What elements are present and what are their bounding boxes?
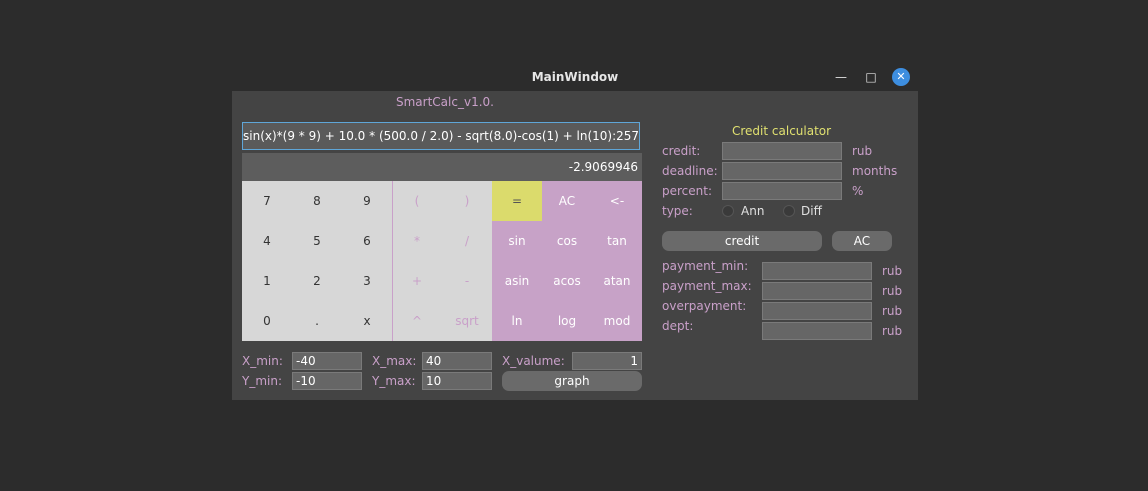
percent-unit: % — [852, 184, 864, 198]
key-sqrt[interactable]: sqrt — [442, 301, 492, 341]
overpayment-label: overpayment: — [662, 299, 747, 313]
key-4[interactable]: 4 — [242, 221, 292, 261]
close-icon[interactable]: ✕ — [892, 68, 910, 86]
y-max-label: Y_max: — [372, 374, 416, 388]
x-min-label: X_min: — [242, 354, 283, 368]
x-value-label: X_valume: — [502, 354, 565, 368]
deadline-input[interactable] — [722, 162, 842, 180]
key-ac[interactable]: AC — [542, 181, 592, 221]
key-backspace[interactable]: <- — [592, 181, 642, 221]
maximize-icon[interactable]: □ — [863, 69, 879, 85]
percent-input[interactable] — [722, 182, 842, 200]
result-display: -2.9069946 — [242, 153, 642, 181]
app-title: SmartCalc_v1.0. — [396, 95, 494, 109]
y-min-input[interactable]: -10 — [292, 372, 362, 390]
deadline-label: deadline: — [662, 164, 718, 178]
payment-min-output — [762, 262, 872, 280]
key-atan[interactable]: atan — [592, 261, 642, 301]
key-plus[interactable]: + — [392, 261, 442, 301]
payment-min-label: payment_min: — [662, 259, 749, 273]
key-cos[interactable]: cos — [542, 221, 592, 261]
key-multiply[interactable]: * — [392, 221, 442, 261]
main-window: MainWindow — □ ✕ SmartCalc_v1.0. sin(x)*… — [232, 63, 918, 400]
x-max-input[interactable]: 40 — [422, 352, 492, 370]
payment-max-output — [762, 282, 872, 300]
radio-ann-label: Ann — [741, 204, 765, 218]
payment-min-unit: rub — [882, 264, 903, 278]
key-7[interactable]: 7 — [242, 181, 292, 221]
key-2[interactable]: 2 — [292, 261, 342, 301]
window-title: MainWindow — [531, 70, 619, 84]
key-0[interactable]: 0 — [242, 301, 292, 341]
percent-label: percent: — [662, 184, 713, 198]
key-equals[interactable]: = — [492, 181, 542, 221]
key-5[interactable]: 5 — [292, 221, 342, 261]
key-acos[interactable]: acos — [542, 261, 592, 301]
y-min-label: Y_min: — [242, 374, 283, 388]
credit-input[interactable] — [722, 142, 842, 160]
deadline-unit: months — [852, 164, 898, 178]
radio-diff-label: Diff — [801, 204, 822, 218]
key-3[interactable]: 3 — [342, 261, 392, 301]
x-value-input[interactable]: 1 — [572, 352, 642, 370]
key-9[interactable]: 9 — [342, 181, 392, 221]
y-max-input[interactable]: 10 — [422, 372, 492, 390]
keypad: 7 8 9 ( ) = AC <- 4 5 6 * / sin cos tan … — [242, 181, 642, 341]
key-close-paren[interactable]: ) — [442, 181, 492, 221]
key-minus[interactable]: - — [442, 261, 492, 301]
radio-diff[interactable] — [783, 205, 795, 217]
credit-unit: rub — [852, 144, 873, 158]
type-label: type: — [662, 204, 693, 218]
title-bar[interactable]: MainWindow — □ ✕ — [232, 63, 918, 91]
key-asin[interactable]: asin — [492, 261, 542, 301]
overpayment-unit: rub — [882, 304, 903, 318]
key-sin[interactable]: sin — [492, 221, 542, 261]
overpayment-output — [762, 302, 872, 320]
key-log[interactable]: log — [542, 301, 592, 341]
dept-label: dept: — [662, 319, 694, 333]
radio-ann[interactable] — [722, 205, 734, 217]
payment-max-unit: rub — [882, 284, 903, 298]
credit-ac-button[interactable]: AC — [832, 231, 892, 251]
key-8[interactable]: 8 — [292, 181, 342, 221]
keypad-divider — [392, 181, 393, 341]
key-x[interactable]: x — [342, 301, 392, 341]
credit-calculator-title: Credit calculator — [732, 124, 832, 138]
dept-output — [762, 322, 872, 340]
key-6[interactable]: 6 — [342, 221, 392, 261]
key-dot[interactable]: . — [292, 301, 342, 341]
key-divide[interactable]: / — [442, 221, 492, 261]
dept-unit: rub — [882, 324, 903, 338]
credit-button[interactable]: credit — [662, 231, 822, 251]
key-open-paren[interactable]: ( — [392, 181, 442, 221]
expression-input[interactable]: sin(x)*(9 * 9) + 10.0 * (500.0 / 2.0) - … — [242, 122, 640, 150]
key-ln[interactable]: ln — [492, 301, 542, 341]
x-min-input[interactable]: -40 — [292, 352, 362, 370]
graph-button[interactable]: graph — [502, 371, 642, 391]
credit-label: credit: — [662, 144, 701, 158]
key-mod[interactable]: mod — [592, 301, 642, 341]
minimize-icon[interactable]: — — [833, 69, 849, 85]
key-tan[interactable]: tan — [592, 221, 642, 261]
key-power[interactable]: ^ — [392, 301, 442, 341]
key-1[interactable]: 1 — [242, 261, 292, 301]
x-max-label: X_max: — [372, 354, 417, 368]
payment-max-label: payment_max: — [662, 279, 752, 293]
